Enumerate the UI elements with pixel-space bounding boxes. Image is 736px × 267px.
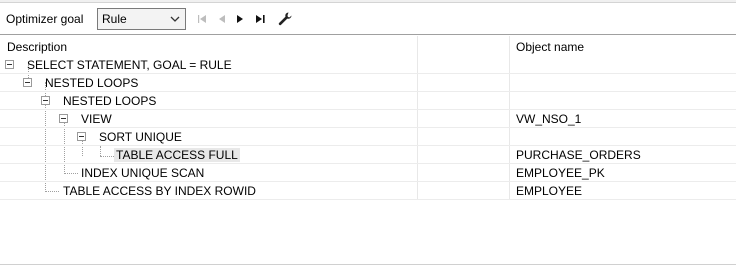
optimizer-goal-select[interactable]: Rule [97, 8, 186, 30]
row-description: TABLE ACCESS FULL [114, 148, 240, 162]
optimizer-goal-value: Rule [102, 12, 127, 26]
row-description: NESTED LOOPS [63, 94, 157, 108]
collapse-icon[interactable] [5, 60, 14, 69]
optimizer-goal-label: Optimizer goal [6, 12, 84, 26]
last-icon[interactable] [253, 11, 269, 27]
chevron-down-icon [168, 12, 182, 26]
table-row[interactable]: SORT UNIQUE [0, 128, 736, 146]
collapse-icon[interactable] [41, 96, 50, 105]
row-object-name: PURCHASE_ORDERS [516, 148, 641, 162]
toolbar-separator [0, 34, 736, 35]
row-description: TABLE ACCESS BY INDEX ROWID [63, 184, 256, 198]
col-header-description[interactable]: Description [7, 36, 67, 56]
row-object-name: VW_NSO_1 [516, 112, 582, 126]
row-description: SORT UNIQUE [99, 130, 182, 144]
table-row[interactable]: SELECT STATEMENT, GOAL = RULE [0, 56, 736, 74]
table-row[interactable]: VIEW VW_NSO_1 [0, 110, 736, 128]
wrench-icon[interactable] [277, 11, 293, 27]
table-row[interactable]: TABLE ACCESS BY INDEX ROWID EMPLOYEE [0, 182, 736, 200]
collapse-icon[interactable] [23, 78, 32, 87]
col-header-object-name[interactable]: Object name [516, 36, 584, 56]
bottom-border [0, 264, 736, 265]
row-description: NESTED LOOPS [45, 76, 139, 90]
row-description: VIEW [81, 112, 112, 126]
top-border [0, 0, 736, 3]
next-icon[interactable] [233, 11, 249, 27]
collapse-icon[interactable] [59, 114, 68, 123]
toolbar: Optimizer goal Rule [0, 4, 736, 34]
collapse-icon[interactable] [77, 132, 86, 141]
table-row[interactable]: NESTED LOOPS [0, 92, 736, 110]
prev-icon[interactable] [214, 11, 230, 27]
row-object-name: EMPLOYEE_PK [516, 166, 605, 180]
row-description: SELECT STATEMENT, GOAL = RULE [27, 58, 232, 72]
table-row[interactable]: INDEX UNIQUE SCAN EMPLOYEE_PK [0, 164, 736, 182]
table-row[interactable]: TABLE ACCESS FULL PURCHASE_ORDERS [0, 146, 736, 164]
table-row[interactable]: NESTED LOOPS [0, 74, 736, 92]
row-object-name: EMPLOYEE [516, 184, 583, 198]
row-description: INDEX UNIQUE SCAN [81, 166, 205, 180]
plan-tree-grid: Description Object name SELECT STATEMENT… [0, 36, 736, 267]
first-icon[interactable] [194, 11, 210, 27]
